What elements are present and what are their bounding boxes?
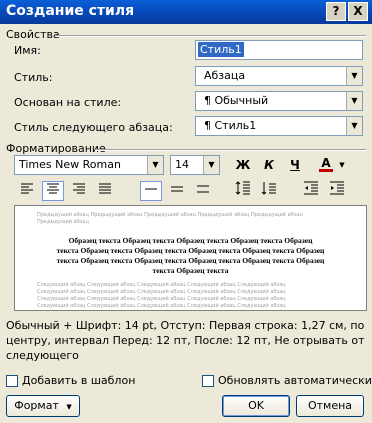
decrease-indent-button[interactable]	[300, 181, 322, 201]
style-description: Обычный + Шрифт: 14 pt, Отступ: Первая с…	[6, 319, 365, 362]
properties-divider	[56, 35, 366, 37]
line-spacing-single-icon	[145, 188, 157, 190]
style-select[interactable]: Абзаца ▼	[195, 66, 363, 86]
line-spacing-onehalf-button[interactable]	[166, 181, 188, 201]
font-select-value: Times New Roman	[19, 158, 121, 171]
preview-next-line: Следующий абзац Следующий абзац Следующи…	[37, 303, 286, 309]
format-button-label: Формат	[14, 399, 59, 412]
font-color-swatch	[319, 169, 333, 172]
next-style-label: Стиль следующего абзаца:	[14, 121, 173, 134]
name-input[interactable]: Стиль1	[195, 40, 363, 60]
based-on-select-value: ¶ Обычный	[204, 94, 269, 107]
italic-button[interactable]: К	[258, 155, 280, 175]
preview-next-line: Следующий абзац Следующий абзац Следующи…	[37, 289, 286, 295]
formatting-section-label: Форматирование	[6, 142, 106, 155]
line-spacing-single-button[interactable]	[140, 181, 162, 201]
chevron-down-icon[interactable]: ▼	[346, 92, 362, 110]
add-to-template-checkbox[interactable]	[6, 375, 18, 387]
preview-prev-line: Предыдущий абзац	[37, 219, 89, 225]
preview-sample-line: текста Образец текста Образец текста Обр…	[56, 246, 325, 255]
help-button[interactable]: ?	[326, 2, 346, 21]
based-on-select[interactable]: ¶ Обычный ▼	[195, 91, 363, 111]
chevron-down-icon[interactable]: ▼	[346, 67, 362, 85]
auto-update-label: Обновлять автоматически	[218, 374, 372, 387]
space-before-icon	[235, 181, 250, 195]
close-button[interactable]: X	[348, 2, 368, 21]
align-justify-icon	[99, 183, 111, 194]
preview-next-line: Следующий абзац Следующий абзац Следующи…	[37, 282, 286, 288]
font-color-button[interactable]: A	[316, 153, 336, 173]
formatting-divider	[95, 149, 366, 151]
preview-sample-line: текста Образец текста Образец текста Обр…	[56, 256, 325, 265]
format-button[interactable]: Формат ▼	[6, 395, 80, 417]
increase-indent-button[interactable]	[326, 181, 348, 201]
preview-sample-line: Образец текста Образец текста Образец те…	[68, 236, 313, 245]
preview-sample-line: текста Образец текста	[152, 266, 229, 275]
style-preview: Предыдущий абзац Предыдущий абзац Предыд…	[14, 205, 367, 311]
add-to-template-label: Добавить в шаблон	[22, 374, 136, 387]
space-after-button[interactable]	[258, 181, 280, 201]
chevron-down-icon[interactable]: ▼	[147, 156, 163, 174]
ok-button[interactable]: OK	[222, 395, 290, 417]
font-color-letter: A	[321, 156, 331, 170]
auto-update-checkbox[interactable]	[202, 375, 214, 387]
align-left-button[interactable]	[16, 181, 38, 201]
title-bar: Создание стиля ? X	[0, 0, 372, 24]
next-style-select[interactable]: ¶ Стиль1 ▼	[195, 116, 363, 136]
chevron-down-icon[interactable]: ▼	[346, 117, 362, 135]
cancel-button[interactable]: Отмена	[296, 395, 364, 417]
space-after-icon	[261, 182, 276, 195]
underline-button[interactable]: Ч	[284, 155, 306, 175]
increase-indent-icon	[330, 181, 344, 195]
decrease-indent-icon	[304, 181, 318, 195]
preview-prev-line: Предыдущий абзац Предыдущий абзац Предыд…	[37, 212, 303, 218]
align-right-button[interactable]	[68, 181, 90, 201]
font-size-select-value: 14	[175, 158, 189, 171]
align-center-button[interactable]	[42, 181, 64, 201]
bold-button[interactable]: Ж	[232, 155, 254, 175]
align-left-icon	[21, 183, 33, 194]
style-select-value: Абзаца	[204, 69, 246, 82]
align-center-icon	[47, 183, 59, 194]
chevron-down-icon[interactable]: ▼	[336, 155, 348, 175]
chevron-down-icon: ▼	[66, 403, 72, 411]
properties-section-label: Свойства	[6, 28, 60, 41]
space-before-button[interactable]	[232, 181, 254, 201]
line-spacing-double-button[interactable]	[192, 181, 214, 201]
style-label: Стиль:	[14, 71, 53, 84]
align-right-icon	[73, 183, 85, 194]
preview-next-line: Следующий абзац Следующий абзац Следующи…	[37, 296, 286, 302]
based-on-label: Основан на стиле:	[14, 96, 122, 109]
name-input-value: Стиль1	[198, 42, 244, 57]
line-spacing-onehalf-icon	[171, 186, 183, 192]
align-justify-button[interactable]	[94, 181, 116, 201]
window-title: Создание стиля	[6, 3, 135, 19]
chevron-down-icon[interactable]: ▼	[203, 156, 219, 174]
font-size-select[interactable]: 14 ▼	[170, 155, 220, 175]
font-select[interactable]: Times New Roman ▼	[14, 155, 164, 175]
name-label: Имя:	[14, 44, 41, 57]
line-spacing-double-icon	[197, 185, 209, 193]
next-style-select-value: ¶ Стиль1	[204, 119, 257, 132]
